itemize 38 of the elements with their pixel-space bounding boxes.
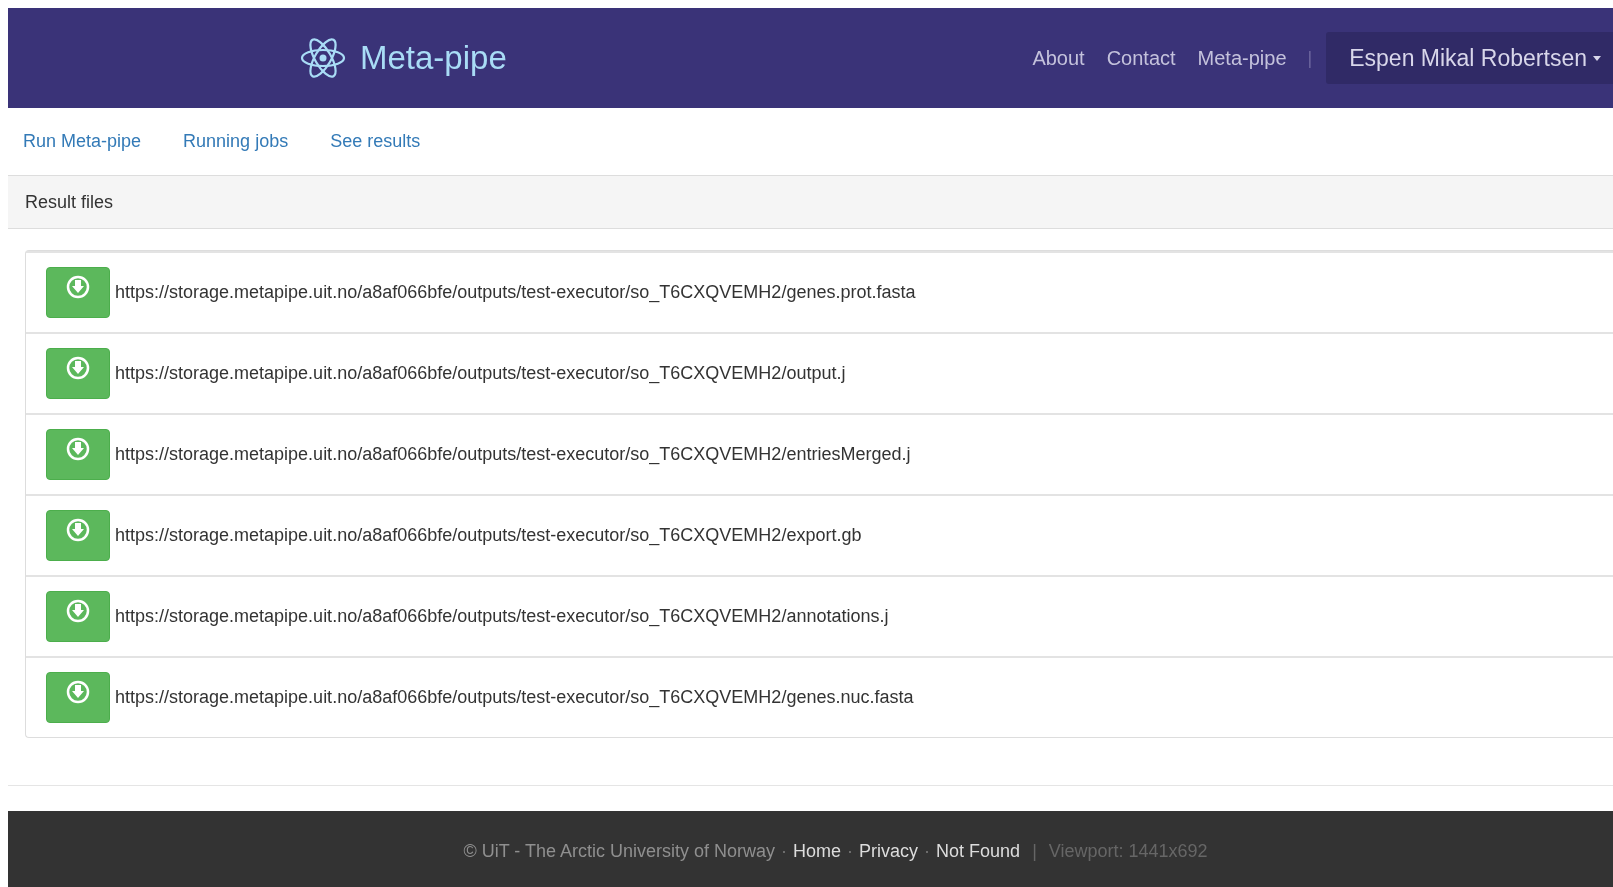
download-icon bbox=[66, 437, 90, 461]
footer-link[interactable]: Not Found bbox=[936, 840, 1021, 862]
separator: | bbox=[1306, 47, 1314, 69]
file-url: https://storage.metapipe.uit.no/a8af066bfe/outputs/test-executor/so_T6CXQVEMH2/output.j bbox=[115, 363, 846, 384]
footer-link[interactable]: Privacy bbox=[859, 840, 919, 862]
user-menu-button[interactable]: Espen Mikal Robertsen bbox=[1326, 32, 1613, 84]
caret-icon bbox=[1593, 55, 1601, 61]
nav-link[interactable]: Contact bbox=[1095, 46, 1187, 70]
brand-link[interactable]: Meta-pipe bbox=[300, 36, 507, 80]
atom-icon bbox=[300, 36, 346, 80]
file-url: https://storage.metapipe.uit.no/a8af066bfe/outputs/test-executor/so_T6CXQVEMH2/entriesMerged.j bbox=[115, 444, 911, 465]
download-icon bbox=[66, 275, 90, 299]
download-button[interactable] bbox=[46, 672, 110, 723]
nav-link[interactable]: Run Meta-pipe bbox=[23, 131, 142, 152]
nav-link[interactable]: See results bbox=[330, 131, 421, 152]
separator: | bbox=[1031, 840, 1038, 862]
file-url: https://storage.metapipe.uit.no/a8af066bfe/outputs/test-executor/so_T6CXQVEMH2/genes.prot.fasta bbox=[115, 282, 916, 303]
download-button[interactable] bbox=[46, 591, 110, 642]
download-button[interactable] bbox=[46, 510, 110, 561]
download-icon bbox=[66, 356, 90, 380]
download-icon bbox=[66, 680, 90, 704]
separator: · bbox=[924, 840, 931, 862]
file-url: https://storage.metapipe.uit.no/a8af066bfe/outputs/test-executor/so_T6CXQVEMH2/genes.nuc.fasta bbox=[115, 687, 914, 708]
footer-text: © UiT - The Arctic University of Norway bbox=[463, 840, 776, 862]
footer-link[interactable]: Home bbox=[793, 840, 842, 862]
separator: · bbox=[847, 840, 854, 862]
separator: · bbox=[781, 840, 788, 862]
download-button[interactable] bbox=[46, 429, 110, 480]
download-button[interactable] bbox=[46, 348, 110, 399]
file-url: https://storage.metapipe.uit.no/a8af066bfe/outputs/test-executor/so_T6CXQVEMH2/export.gb bbox=[115, 525, 862, 546]
download-icon bbox=[66, 599, 90, 623]
file-url: https://storage.metapipe.uit.no/a8af066bfe/outputs/test-executor/so_T6CXQVEMH2/annotations.j bbox=[115, 606, 889, 627]
panel-heading: Result files bbox=[8, 175, 1613, 229]
download-icon bbox=[66, 518, 90, 542]
nav-link[interactable]: Running jobs bbox=[183, 131, 289, 152]
download-button[interactable] bbox=[46, 267, 110, 318]
nav-link[interactable]: Meta-pipe bbox=[1186, 46, 1298, 70]
nav-link[interactable]: About bbox=[1021, 46, 1096, 70]
